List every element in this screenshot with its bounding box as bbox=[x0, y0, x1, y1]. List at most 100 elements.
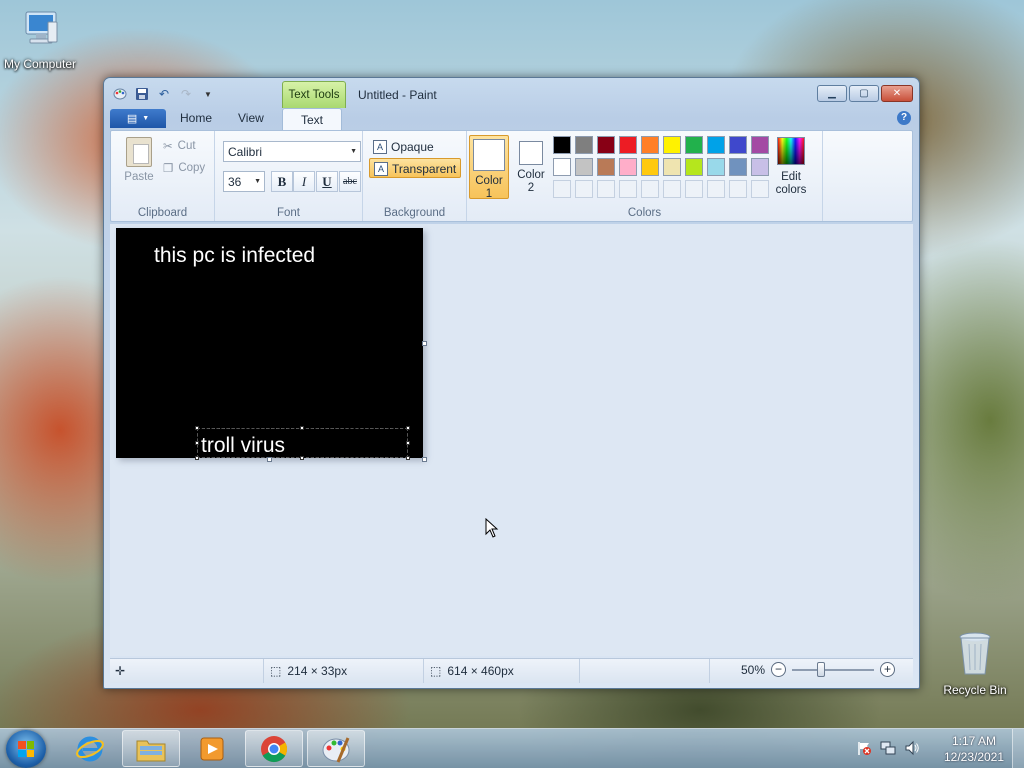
recycle-bin-desktop-icon[interactable]: Recycle Bin bbox=[935, 630, 1015, 697]
minimize-button[interactable]: ▁ bbox=[817, 85, 847, 102]
canvas-resize-handle-corner[interactable] bbox=[422, 457, 427, 462]
text-box-resize-handle[interactable] bbox=[406, 456, 410, 460]
image-size-value: 614 × 460px bbox=[447, 664, 514, 678]
palette-color-swatch[interactable] bbox=[641, 136, 659, 154]
palette-color-swatch[interactable] bbox=[575, 136, 593, 154]
customize-qat-chevron-icon[interactable]: ▼ bbox=[200, 86, 216, 102]
palette-color-swatch[interactable] bbox=[597, 158, 615, 176]
opaque-button[interactable]: A Opaque bbox=[369, 137, 461, 157]
canvas-text-infected: this pc is infected bbox=[154, 244, 316, 267]
action-center-flag-icon[interactable] bbox=[856, 740, 872, 759]
palette-color-swatch[interactable] bbox=[619, 136, 637, 154]
text-box-resize-handle[interactable] bbox=[300, 426, 304, 430]
palette-color-swatch[interactable] bbox=[751, 158, 769, 176]
palette-color-swatch[interactable] bbox=[685, 158, 703, 176]
transparent-button[interactable]: A Transparent bbox=[369, 158, 461, 178]
font-group-label: Font bbox=[276, 207, 300, 219]
my-computer-desktop-icon[interactable]: My Computer bbox=[0, 8, 80, 71]
zoom-slider[interactable] bbox=[792, 661, 874, 677]
text-box-resize-handle[interactable] bbox=[195, 456, 199, 460]
font-family-select[interactable]: Calibri ▼ bbox=[223, 141, 361, 162]
palette-color-swatch[interactable] bbox=[707, 136, 725, 154]
taskbar-media-player[interactable] bbox=[183, 730, 241, 767]
tab-home[interactable]: Home bbox=[180, 111, 212, 125]
taskbar-file-explorer[interactable] bbox=[122, 730, 180, 767]
chevron-down-icon: ▼ bbox=[254, 178, 261, 185]
palette-color-swatch[interactable] bbox=[553, 158, 571, 176]
palette-custom-color-slot[interactable] bbox=[751, 180, 769, 198]
tab-view[interactable]: View bbox=[238, 111, 264, 125]
italic-button[interactable]: I bbox=[293, 171, 315, 192]
zoom-out-button[interactable]: − bbox=[771, 662, 786, 677]
cut-button[interactable]: ✂ Cut bbox=[163, 139, 196, 153]
palette-color-swatch[interactable] bbox=[575, 158, 593, 176]
colors-group-label: Colors bbox=[627, 207, 662, 219]
taskbar-internet-explorer[interactable] bbox=[61, 730, 119, 767]
paint-menu-button[interactable]: ▤ ▼ bbox=[110, 109, 166, 128]
underline-button[interactable]: U bbox=[316, 171, 338, 192]
palette-color-swatch[interactable] bbox=[619, 158, 637, 176]
start-button[interactable] bbox=[6, 730, 46, 768]
palette-color-swatch[interactable] bbox=[597, 136, 615, 154]
strikethrough-button[interactable]: abc bbox=[339, 171, 361, 192]
taskbar-paint[interactable] bbox=[307, 730, 365, 767]
palette-color-swatch[interactable] bbox=[553, 136, 571, 154]
palette-custom-color-slot[interactable] bbox=[619, 180, 637, 198]
palette-color-swatch[interactable] bbox=[729, 158, 747, 176]
palette-custom-color-slot[interactable] bbox=[575, 180, 593, 198]
color-1-button[interactable]: Color 1 bbox=[469, 135, 509, 200]
canvas-workspace[interactable]: this pc is infected troll virus bbox=[110, 224, 913, 656]
palette-color-swatch[interactable] bbox=[751, 136, 769, 154]
text-box-resize-handle[interactable] bbox=[406, 426, 410, 430]
active-text-box[interactable]: troll virus bbox=[195, 426, 410, 460]
color-2-button[interactable]: Color 2 bbox=[511, 135, 551, 199]
text-box-resize-handle[interactable] bbox=[406, 441, 410, 445]
title-bar[interactable]: ↶ ↷ ▼ Text Tools Untitled - Paint ▁ ▢ ✕ bbox=[104, 78, 919, 108]
font-size-value: 36 bbox=[228, 175, 242, 189]
show-desktop-button[interactable] bbox=[1012, 729, 1024, 768]
palette-color-swatch[interactable] bbox=[729, 136, 747, 154]
text-box-resize-handle[interactable] bbox=[300, 456, 304, 460]
palette-custom-color-slot[interactable] bbox=[685, 180, 703, 198]
palette-color-swatch[interactable] bbox=[707, 158, 725, 176]
color-1-swatch bbox=[473, 139, 505, 171]
save-icon[interactable] bbox=[134, 86, 150, 102]
palette-custom-color-slot[interactable] bbox=[729, 180, 747, 198]
palette-color-swatch[interactable] bbox=[641, 158, 659, 176]
color-1-label-line2: 1 bbox=[485, 188, 493, 200]
network-icon[interactable] bbox=[880, 740, 896, 759]
palette-color-swatch[interactable] bbox=[663, 158, 681, 176]
palette-color-swatch[interactable] bbox=[685, 136, 703, 154]
taskbar-chrome[interactable] bbox=[245, 730, 303, 767]
copy-button[interactable]: ❐ Copy bbox=[163, 161, 205, 175]
undo-icon[interactable]: ↶ bbox=[156, 86, 172, 102]
text-box-resize-handle[interactable] bbox=[195, 426, 199, 430]
maximize-button[interactable]: ▢ bbox=[849, 85, 879, 102]
redo-icon[interactable]: ↷ bbox=[178, 86, 194, 102]
edit-colors-button[interactable]: Edit colors bbox=[771, 137, 811, 197]
bold-button[interactable]: B bbox=[271, 171, 293, 192]
canvas-resize-handle-bottom[interactable] bbox=[267, 457, 272, 462]
font-size-select[interactable]: 36 ▼ bbox=[223, 171, 265, 192]
palette-color-swatch[interactable] bbox=[663, 136, 681, 154]
zoom-slider-thumb[interactable] bbox=[816, 661, 825, 677]
drawing-canvas[interactable]: this pc is infected troll virus bbox=[116, 228, 427, 462]
paint-app-icon[interactable] bbox=[112, 86, 128, 102]
text-box-resize-handle[interactable] bbox=[195, 441, 199, 445]
palette-custom-color-slot[interactable] bbox=[663, 180, 681, 198]
system-clock[interactable]: 1:17 AM 12/23/2021 bbox=[936, 733, 1012, 765]
palette-custom-color-slot[interactable] bbox=[597, 180, 615, 198]
paste-button[interactable]: Paste bbox=[121, 137, 157, 183]
palette-custom-color-slot[interactable] bbox=[553, 180, 571, 198]
close-button[interactable]: ✕ bbox=[881, 85, 913, 102]
paint-palette-icon bbox=[322, 736, 350, 763]
volume-icon[interactable] bbox=[904, 740, 920, 759]
palette-custom-color-slot[interactable] bbox=[641, 180, 659, 198]
color-1-label-line1: Color bbox=[475, 175, 503, 187]
zoom-in-button[interactable]: + bbox=[880, 662, 895, 677]
tab-text[interactable]: Text bbox=[282, 108, 342, 131]
palette-custom-color-slot[interactable] bbox=[707, 180, 725, 198]
color-2-label-line2: 2 bbox=[527, 182, 535, 194]
help-icon[interactable]: ? bbox=[897, 111, 911, 125]
canvas-resize-handle-right[interactable] bbox=[422, 341, 427, 346]
